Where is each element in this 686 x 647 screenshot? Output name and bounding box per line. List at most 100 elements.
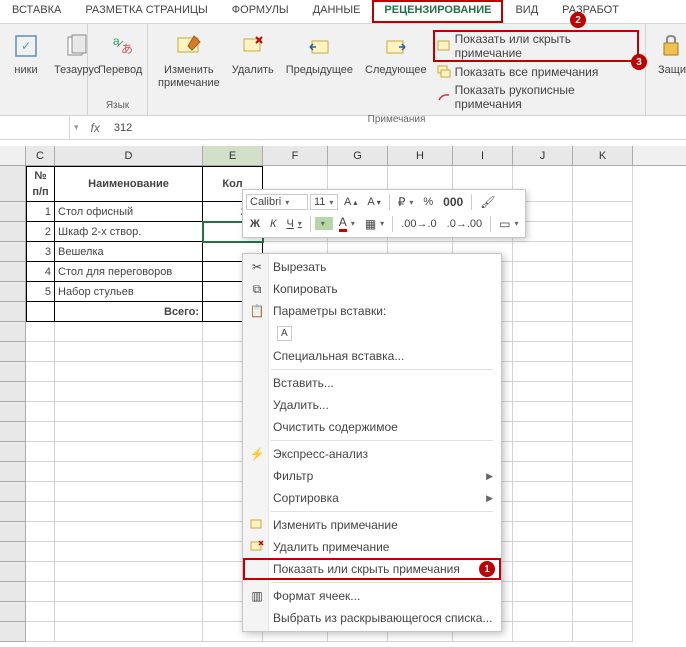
cell[interactable] [26, 602, 55, 622]
ribbon-btn-translate[interactable]: aあ Перевод [94, 28, 146, 79]
cell[interactable] [513, 282, 573, 302]
cell[interactable] [26, 322, 55, 342]
col-header[interactable]: E [203, 146, 263, 165]
row-header[interactable] [0, 562, 26, 582]
row-header[interactable] [0, 522, 26, 542]
name-box-dropdown-icon[interactable]: ▾ [70, 122, 83, 133]
cell[interactable] [513, 522, 573, 542]
cell[interactable]: 4 [26, 262, 55, 282]
menu-delete-comment[interactable]: Удалить примечание [243, 536, 501, 558]
row-header[interactable] [0, 242, 26, 262]
mini-format-painter[interactable]: 🖌 [476, 193, 499, 211]
col-header[interactable]: D [55, 146, 203, 165]
row-header[interactable] [0, 502, 26, 522]
cell[interactable] [26, 342, 55, 362]
cell[interactable]: 1 [26, 202, 55, 222]
cell[interactable] [26, 422, 55, 442]
cell[interactable] [55, 462, 203, 482]
cell[interactable] [55, 622, 203, 642]
mini-font[interactable]: Calibri [246, 194, 308, 210]
mini-bold[interactable]: Ж [246, 216, 264, 232]
cell[interactable] [513, 302, 573, 322]
ribbon-btn-edit-comment[interactable]: Изменить примечание [154, 28, 224, 92]
cell[interactable] [26, 542, 55, 562]
mini-fill-color[interactable] [315, 217, 333, 230]
mini-dec-decimal[interactable]: .00→.0 [397, 216, 440, 232]
menu-quick-analysis[interactable]: ⚡Экспресс-анализ [243, 443, 501, 465]
col-header[interactable]: F [263, 146, 328, 165]
cell[interactable] [513, 422, 573, 442]
tab-review[interactable]: РЕЦЕНЗИРОВАНИЕ [372, 0, 503, 23]
cell[interactable] [26, 622, 55, 642]
col-header[interactable]: C [26, 146, 55, 165]
mini-comma[interactable]: 000 [439, 193, 467, 211]
row-header[interactable] [0, 362, 26, 382]
tab-insert[interactable]: ВСТАВКА [0, 0, 73, 23]
ribbon-show-all-comments[interactable]: Показать все примечания [433, 64, 639, 80]
cell[interactable]: Стол для переговоров [55, 262, 203, 282]
cell[interactable]: Наименование [55, 166, 203, 202]
tab-formulas[interactable]: ФОРМУЛЫ [220, 0, 301, 23]
cell[interactable] [513, 342, 573, 362]
cell[interactable] [573, 382, 633, 402]
row-header[interactable] [0, 402, 26, 422]
cell[interactable]: № п/п [26, 166, 55, 202]
cell[interactable] [26, 362, 55, 382]
cell[interactable]: Шкаф 2-х створ. [55, 222, 203, 242]
menu-edit-comment[interactable]: Изменить примечание [243, 514, 501, 536]
ribbon-btn-next-comment[interactable]: Следующее [361, 28, 431, 79]
cell[interactable] [55, 502, 203, 522]
col-header[interactable]: I [453, 146, 513, 165]
cell[interactable] [513, 362, 573, 382]
row-header[interactable] [0, 542, 26, 562]
col-header[interactable]: H [388, 146, 453, 165]
cell[interactable] [573, 282, 633, 302]
cell[interactable]: Стол офисный [55, 202, 203, 222]
cell[interactable] [55, 522, 203, 542]
ribbon-btn-spelling[interactable]: ✓ ники [6, 28, 46, 79]
cell[interactable] [513, 322, 573, 342]
menu-delete[interactable]: Удалить... [243, 394, 501, 416]
menu-insert[interactable]: Вставить... [243, 372, 501, 394]
menu-format-cells[interactable]: ▥Формат ячеек... [243, 585, 501, 607]
cell[interactable] [55, 362, 203, 382]
mini-decrease-font[interactable]: A▾ [363, 194, 384, 210]
cell[interactable] [573, 502, 633, 522]
cell[interactable] [573, 302, 633, 322]
cell[interactable] [573, 442, 633, 462]
cell[interactable] [573, 322, 633, 342]
cell[interactable] [513, 502, 573, 522]
cell[interactable] [55, 582, 203, 602]
cell[interactable] [513, 242, 573, 262]
cell[interactable]: Вешелка [55, 242, 203, 262]
menu-sort[interactable]: Сортировка▶ [243, 487, 501, 509]
cell[interactable] [26, 522, 55, 542]
menu-paste-variant[interactable]: A [243, 322, 501, 345]
row-header[interactable] [0, 302, 26, 322]
cell[interactable] [573, 482, 633, 502]
cell[interactable] [55, 442, 203, 462]
mini-italic[interactable]: К [266, 216, 280, 232]
ribbon-toggle-comment[interactable]: Показать или скрыть примечание [433, 30, 639, 62]
cell[interactable] [26, 562, 55, 582]
cell[interactable] [55, 562, 203, 582]
cell[interactable] [55, 602, 203, 622]
tab-page-layout[interactable]: РАЗМЕТКА СТРАНИЦЫ [73, 0, 219, 23]
col-header[interactable]: G [328, 146, 388, 165]
cell[interactable] [513, 382, 573, 402]
menu-toggle-comment[interactable]: Показать или скрыть примечания 1 [243, 558, 501, 580]
menu-filter[interactable]: Фильтр▶ [243, 465, 501, 487]
cell[interactable] [573, 222, 633, 242]
row-header[interactable] [0, 342, 26, 362]
row-header[interactable] [0, 602, 26, 622]
mini-underline[interactable]: Ч [282, 216, 305, 232]
cell[interactable] [513, 262, 573, 282]
cell[interactable]: 5 [26, 282, 55, 302]
cell[interactable] [573, 522, 633, 542]
cell[interactable] [513, 402, 573, 422]
row-header[interactable] [0, 442, 26, 462]
cell[interactable] [573, 622, 633, 642]
cell[interactable] [55, 402, 203, 422]
cell[interactable] [26, 502, 55, 522]
cell[interactable]: 2 [26, 222, 55, 242]
